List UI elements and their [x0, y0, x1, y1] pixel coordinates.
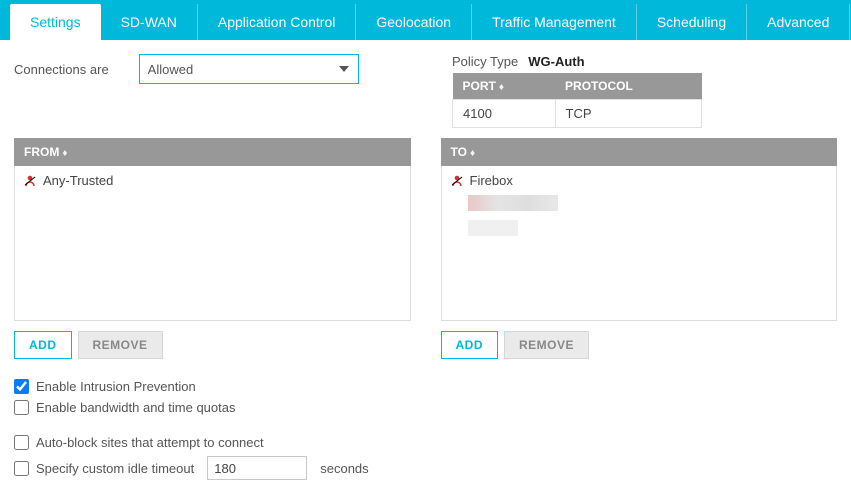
tab-application-control[interactable]: Application Control — [198, 4, 357, 40]
enable-ips-label: Enable Intrusion Prevention — [36, 379, 196, 394]
redacted-item — [468, 220, 518, 236]
cell-protocol: TCP — [555, 100, 701, 128]
enable-ips-checkbox[interactable] — [14, 379, 29, 394]
to-panel: TO♦ Firebox ADD REMOVE — [441, 138, 838, 359]
idle-timeout-unit: seconds — [320, 461, 368, 476]
sort-icon: ♦ — [62, 148, 67, 159]
col-port[interactable]: PORT♦ — [453, 73, 556, 100]
enable-quotas-row[interactable]: Enable bandwidth and time quotas — [14, 400, 837, 415]
list-item[interactable]: Firebox — [448, 170, 831, 191]
cell-port: 4100 — [453, 100, 556, 128]
enable-quotas-checkbox[interactable] — [14, 400, 29, 415]
list-item-label: Any-Trusted — [43, 173, 113, 188]
idle-timeout-label: Specify custom idle timeout — [36, 461, 194, 476]
list-item[interactable]: Any-Trusted — [21, 170, 404, 191]
from-list[interactable]: Any-Trusted — [14, 166, 411, 321]
sort-icon: ♦ — [470, 148, 475, 159]
to-add-button[interactable]: ADD — [441, 331, 499, 359]
to-remove-button[interactable]: REMOVE — [504, 331, 589, 359]
from-header[interactable]: FROM♦ — [14, 138, 411, 166]
tab-settings[interactable]: Settings — [10, 4, 101, 40]
tab-sdwan[interactable]: SD-WAN — [101, 4, 198, 40]
to-header[interactable]: TO♦ — [441, 138, 838, 166]
autoblock-label: Auto-block sites that attempt to connect — [36, 435, 264, 450]
tab-bar: Settings SD-WAN Application Control Geol… — [0, 0, 851, 40]
from-remove-button[interactable]: REMOVE — [78, 331, 163, 359]
tab-traffic-management[interactable]: Traffic Management — [472, 4, 637, 40]
idle-timeout-row: Specify custom idle timeout seconds — [14, 456, 837, 480]
table-row[interactable]: 4100 TCP — [453, 100, 702, 128]
list-item-label: Firebox — [470, 173, 513, 188]
redacted-item — [468, 195, 558, 211]
col-protocol[interactable]: PROTOCOL — [555, 73, 701, 100]
enable-ips-row[interactable]: Enable Intrusion Prevention — [14, 379, 837, 394]
sort-icon: ♦ — [499, 82, 504, 93]
policy-type-label: Policy Type — [452, 54, 518, 69]
policy-table: PORT♦ PROTOCOL 4100 TCP — [452, 73, 702, 128]
tab-advanced[interactable]: Advanced — [747, 4, 850, 40]
tab-geolocation[interactable]: Geolocation — [356, 4, 472, 40]
autoblock-row[interactable]: Auto-block sites that attempt to connect — [14, 435, 837, 450]
autoblock-checkbox[interactable] — [14, 435, 29, 450]
enable-quotas-label: Enable bandwidth and time quotas — [36, 400, 235, 415]
alias-icon — [450, 174, 464, 188]
to-list[interactable]: Firebox — [441, 166, 838, 321]
idle-timeout-checkbox[interactable] — [14, 461, 29, 476]
idle-timeout-input[interactable] — [207, 456, 307, 480]
policy-type-value: WG-Auth — [528, 54, 584, 69]
tab-scheduling[interactable]: Scheduling — [637, 4, 747, 40]
from-panel: FROM♦ Any-Trusted ADD REMOVE — [14, 138, 411, 359]
from-add-button[interactable]: ADD — [14, 331, 72, 359]
connections-label: Connections are — [14, 62, 109, 77]
alias-icon — [23, 174, 37, 188]
connections-select[interactable]: Allowed — [139, 54, 359, 84]
